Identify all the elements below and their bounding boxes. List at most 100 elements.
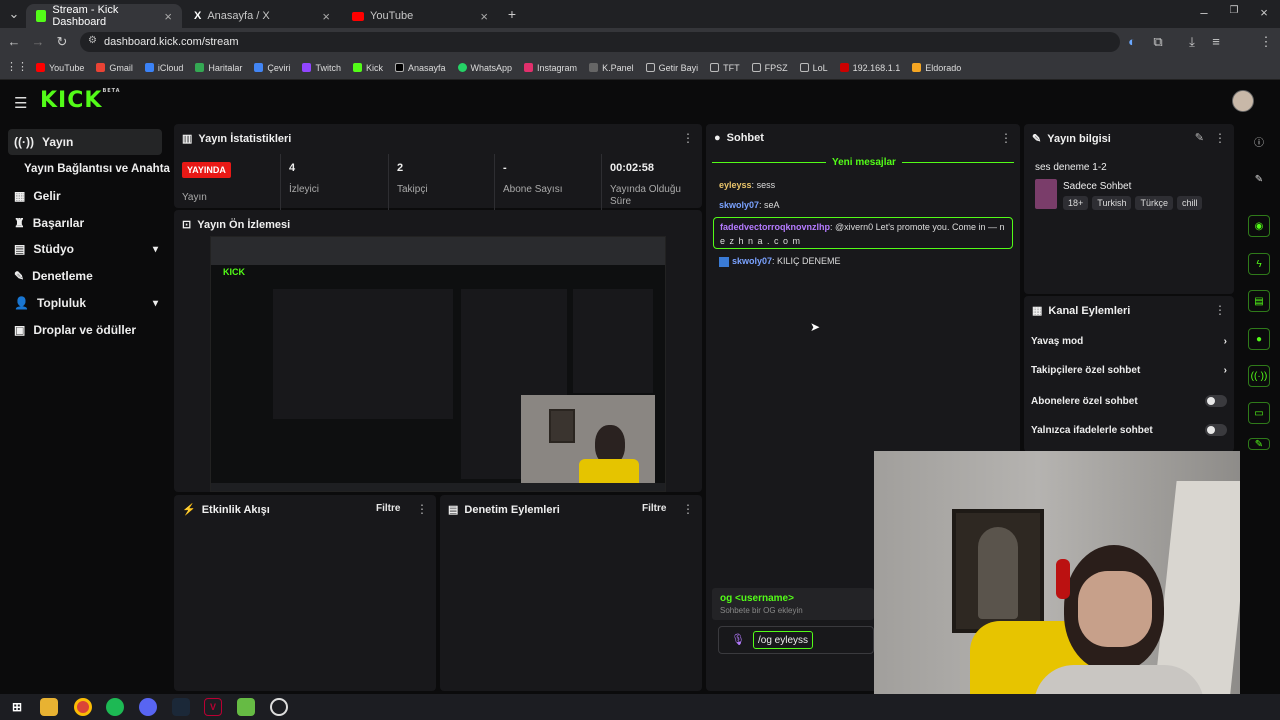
new-tab-icon[interactable]: + <box>504 6 520 22</box>
tag[interactable]: Türkçe <box>1135 196 1173 210</box>
chat-username[interactable]: fadedvectorroqknovnzlhp <box>720 222 830 232</box>
followers-only-action[interactable]: Takipçilere özel sohbet › <box>1031 365 1227 376</box>
bookmark-fpsz[interactable]: FPSZ <box>751 63 788 73</box>
sidebar-item-moderation[interactable]: ✎ Denetleme <box>8 263 162 289</box>
kebab-menu-icon[interactable]: ⋮ <box>682 131 694 145</box>
kebab-menu-icon[interactable]: ⋮ <box>416 502 428 516</box>
tab-x-home[interactable]: X Anasayfa / X × <box>184 4 340 28</box>
microphone-icon[interactable]: 🎙 <box>731 633 745 646</box>
tag[interactable]: chill <box>1176 196 1203 210</box>
extension-icon[interactable]: ◐ <box>1124 34 1140 49</box>
bookmark-tft[interactable]: TFT <box>710 63 740 73</box>
bookmark-eldorado[interactable]: Eldorado <box>912 63 961 73</box>
tab-kick-dashboard[interactable]: Stream - Kick Dashboard × <box>26 4 182 28</box>
site-info-icon[interactable]: ⚙ <box>88 35 97 46</box>
info-icon[interactable]: ⓘ <box>1248 130 1270 152</box>
category-name[interactable]: Sadece Sohbet <box>1063 181 1131 192</box>
command-suggestion[interactable]: og <username> Sohbete bir OG ekleyin <box>712 588 874 620</box>
server-icon[interactable]: ▭ <box>1248 402 1270 424</box>
emotes-only-toggle[interactable] <box>1205 424 1227 436</box>
chat-message[interactable]: skwoly07: KILIÇ DENEME <box>719 256 841 267</box>
tab-groups-icon[interactable]: ≡ <box>1208 34 1224 49</box>
bookmark-translate[interactable]: Çeviri <box>254 63 290 73</box>
close-tab-icon[interactable]: × <box>322 9 330 24</box>
kick-logo[interactable]: KICKBETA <box>40 88 121 113</box>
download-icon[interactable]: ⤓ <box>1184 34 1200 50</box>
file-explorer-icon[interactable] <box>40 698 58 716</box>
user-avatar[interactable] <box>1232 90 1254 112</box>
chat-icon[interactable]: ● <box>1248 328 1270 350</box>
forward-icon[interactable]: → <box>30 34 46 49</box>
kebab-menu-icon[interactable]: ⋮ <box>1214 131 1226 145</box>
chat-username[interactable]: skwoly07 <box>732 256 772 266</box>
app-icon[interactable] <box>237 698 255 716</box>
bookmark-twitch[interactable]: Twitch <box>302 63 341 73</box>
edit-icon[interactable]: ✎ <box>1195 131 1204 144</box>
tag[interactable]: Turkish <box>1092 196 1132 210</box>
obs-icon[interactable] <box>270 698 288 716</box>
filter-button[interactable]: Filtre <box>642 503 666 514</box>
chevron-right-icon: › <box>1223 365 1227 376</box>
minimize-icon[interactable]: – <box>1196 5 1212 20</box>
sidebar-item-stream-key[interactable]: Yayın Bağlantısı ve Anahtarı <box>18 156 170 182</box>
bookmark-icloud[interactable]: iCloud <box>144 63 183 73</box>
bookmark-youtube[interactable]: YouTube <box>36 63 84 73</box>
discord-icon[interactable] <box>139 698 157 716</box>
bookmark-lol[interactable]: LoL <box>799 63 828 73</box>
chrome-icon[interactable] <box>74 698 92 716</box>
bookmark-kick[interactable]: Kick <box>352 63 383 73</box>
bookmark-maps[interactable]: Haritalar <box>195 63 242 73</box>
slow-mode-action[interactable]: Yavaş mod › <box>1031 336 1227 347</box>
reload-icon[interactable]: ↻ <box>54 34 70 50</box>
bookmark-x[interactable]: Anasayfa <box>394 63 446 73</box>
tag[interactable]: 18+ <box>1063 196 1089 210</box>
edit-pen-icon[interactable]: ✎ <box>1248 168 1270 190</box>
close-tab-icon[interactable]: × <box>164 9 172 24</box>
sidebar-item-achievements[interactable]: ♜ Başarılar <box>8 210 162 236</box>
hamburger-menu-icon[interactable]: ☰ <box>14 94 27 112</box>
kebab-menu-icon[interactable]: ⋮ <box>682 502 694 516</box>
spotify-icon[interactable] <box>106 698 124 716</box>
chat-message[interactable]: eyleyss: sess <box>719 180 775 190</box>
tool-icon[interactable]: ✎ <box>1248 438 1270 450</box>
camera-icon[interactable]: ◉ <box>1248 215 1270 237</box>
kebab-menu-icon[interactable]: ⋮ <box>1214 303 1226 317</box>
chat-username[interactable]: eyleyss <box>719 180 752 190</box>
stream-preview-video[interactable]: KICK <box>210 236 666 492</box>
back-icon[interactable]: ← <box>6 34 22 49</box>
clipboard-icon[interactable]: ▤ <box>1248 290 1270 312</box>
bookmark-router[interactable]: 192.168.1.1 <box>839 63 900 73</box>
valorant-icon[interactable]: V <box>204 698 222 716</box>
menu-kebab-icon[interactable]: ⋮ <box>1258 34 1274 50</box>
bookmark-gmail[interactable]: Gmail <box>96 63 133 73</box>
tab-youtube[interactable]: YouTube × <box>342 4 498 28</box>
chat-username[interactable]: skwoly07 <box>719 200 759 210</box>
broadcast-icon[interactable]: ((·)) <box>1248 365 1270 387</box>
bookmark-kpanel[interactable]: K.Panel <box>589 63 634 73</box>
windows-start-icon[interactable]: ⊞ <box>8 698 26 716</box>
category-thumbnail[interactable] <box>1035 179 1057 209</box>
bookmark-instagram[interactable]: Instagram <box>524 63 577 73</box>
sidebar-item-drops[interactable]: ▣ Droplar ve ödüller <box>8 317 162 343</box>
highlighted-chat-message[interactable]: fadedvectorroqknovnzlhp: @xivern0 Let's … <box>713 217 1013 249</box>
extensions-puzzle-icon[interactable]: ⧉ <box>1150 34 1166 50</box>
filter-button[interactable]: Filtre <box>376 503 400 514</box>
steam-icon[interactable] <box>172 698 190 716</box>
sidebar-item-studio[interactable]: ▤ Stüdyo ▾ <box>8 236 162 262</box>
subscribers-only-toggle[interactable] <box>1205 395 1227 407</box>
kebab-menu-icon[interactable]: ⋮ <box>1000 131 1012 145</box>
address-bar[interactable]: ⚙ dashboard.kick.com/stream <box>80 32 1120 52</box>
chat-input[interactable]: 🎙 /og eyleyss <box>718 626 874 654</box>
chat-message[interactable]: skwoly07: seA <box>719 200 780 210</box>
lightning-icon[interactable]: ϟ <box>1248 253 1270 275</box>
close-window-icon[interactable]: × <box>1256 5 1272 20</box>
close-tab-icon[interactable]: × <box>480 9 488 24</box>
sidebar-item-community[interactable]: 👤 Topluluk ▾ <box>8 290 162 316</box>
restore-icon[interactable]: ❐ <box>1226 5 1242 16</box>
bookmark-getir[interactable]: Getir Bayi <box>645 63 698 73</box>
sidebar-item-revenue[interactable]: ▦ Gelir <box>8 183 162 209</box>
tab-search-icon[interactable]: ⌄ <box>6 6 22 22</box>
bookmark-whatsapp[interactable]: WhatsApp <box>457 63 512 73</box>
apps-grid-icon[interactable]: ⋮⋮ <box>6 60 28 73</box>
sidebar-item-stream[interactable]: ((·)) Yayın <box>8 129 162 155</box>
